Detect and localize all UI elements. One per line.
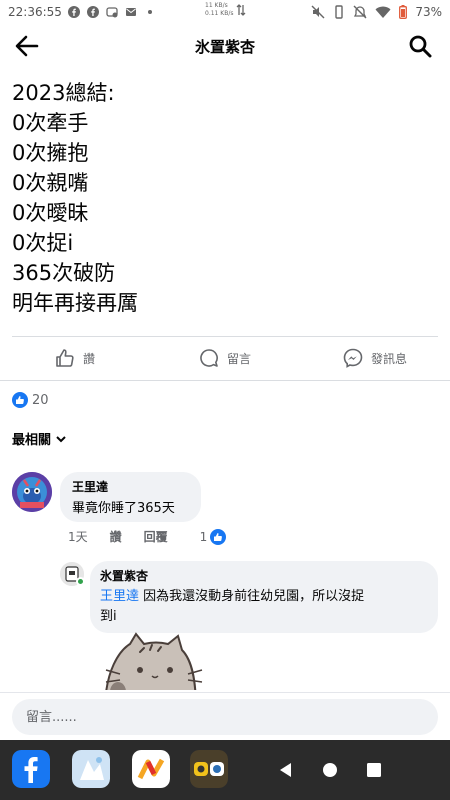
network-speed: 11 KB/s 0.11 KB/s bbox=[205, 2, 246, 18]
chevron-down-icon bbox=[56, 435, 66, 442]
reaction-count: 20 bbox=[32, 392, 49, 408]
sort-label: 最相關 bbox=[12, 433, 52, 448]
facebook-icon bbox=[87, 6, 100, 19]
reply-text: 王里達 因為我還沒動身前往幼兒園，所以沒捉 到i bbox=[100, 587, 428, 627]
post-line: 2023總結: bbox=[12, 81, 115, 105]
app-header: 氷置紫杏 bbox=[0, 24, 450, 68]
divider bbox=[12, 336, 438, 337]
like-button[interactable]: 讚 bbox=[0, 338, 150, 378]
app-icon[interactable] bbox=[132, 750, 170, 788]
system-nav-bar bbox=[0, 740, 450, 800]
dot-icon bbox=[144, 6, 157, 19]
messenger-icon bbox=[343, 348, 363, 368]
comment-icon bbox=[200, 349, 218, 367]
status-bar: 22:36:55 11 KB/s 0.11 KB/s 73% bbox=[0, 0, 450, 24]
pusheen-sticker[interactable] bbox=[100, 630, 210, 690]
mail-icon bbox=[125, 6, 138, 19]
message-label: 發訊息 bbox=[370, 351, 407, 366]
thumbs-up-icon bbox=[56, 349, 74, 367]
comment-reply-button[interactable]: 回覆 bbox=[144, 528, 168, 545]
comment-sort-dropdown[interactable]: 最相關 bbox=[12, 429, 67, 448]
comment-time: 1天 bbox=[68, 530, 88, 544]
home-circle-icon bbox=[323, 763, 337, 777]
comment-label: 留言 bbox=[226, 351, 251, 366]
messenger-icon bbox=[106, 6, 119, 19]
battery-level: 73% bbox=[415, 5, 442, 19]
back-button[interactable] bbox=[14, 34, 40, 58]
reply-text-line1: 因為我還沒動身前往幼兒園，所以沒捉 bbox=[143, 589, 365, 604]
reply-text-line2: 到i bbox=[100, 609, 117, 624]
post-line: 0次牽手 bbox=[12, 111, 89, 135]
reply-author[interactable]: 氷置紫杏 bbox=[100, 568, 428, 584]
battery-icon bbox=[399, 5, 408, 19]
comment-input[interactable] bbox=[12, 699, 438, 735]
speed-top: 11 KB/s bbox=[205, 2, 228, 9]
recents-nav-button[interactable] bbox=[364, 760, 384, 780]
post-line: 365次破防 bbox=[12, 261, 116, 285]
send-message-button[interactable]: 發訊息 bbox=[300, 338, 450, 378]
vibrate-icon bbox=[335, 5, 344, 19]
dnd-icon bbox=[353, 5, 367, 19]
post-line: 0次擁抱 bbox=[12, 141, 89, 165]
wifi-icon bbox=[375, 6, 391, 18]
app-folder-icon[interactable] bbox=[190, 750, 228, 788]
comment-like-button[interactable]: 讚 bbox=[110, 528, 122, 545]
page-title: 氷置紫杏 bbox=[194, 37, 255, 56]
like-label: 讚 bbox=[82, 351, 95, 366]
post-actions: 讚 留言 發訊息 bbox=[0, 338, 450, 378]
back-arrow-icon bbox=[15, 35, 39, 57]
like-reaction-icon bbox=[210, 528, 227, 545]
post-line: 0次捉i bbox=[12, 231, 74, 255]
comment-button[interactable]: 留言 bbox=[150, 338, 300, 378]
comment-author[interactable]: 王里達 bbox=[72, 479, 189, 495]
divider bbox=[0, 380, 450, 381]
comment-composer bbox=[0, 692, 450, 740]
facebook-app-icon[interactable] bbox=[12, 750, 50, 788]
speed-bottom: 0.11 KB/s bbox=[205, 10, 234, 17]
post-line: 0次親嘴 bbox=[12, 171, 89, 195]
like-reaction-icon bbox=[12, 392, 28, 408]
status-time: 22:36:55 bbox=[8, 5, 62, 19]
comment-text: 畢竟你睡了365天 bbox=[72, 501, 175, 516]
mention-link[interactable]: 王里達 bbox=[100, 589, 139, 604]
mute-icon bbox=[311, 5, 325, 19]
gallery-app-icon[interactable] bbox=[72, 750, 110, 788]
comment-bubble[interactable]: 王里達 畢竟你睡了365天 bbox=[60, 472, 201, 522]
data-transfer-icon bbox=[237, 4, 246, 16]
reply-bubble[interactable]: 氷置紫杏 王里達 因為我還沒動身前往幼兒園，所以沒捉 到i bbox=[90, 561, 438, 633]
online-status-icon bbox=[76, 577, 85, 586]
comment-meta: 1天 讚 回覆 1 bbox=[68, 528, 248, 545]
search-button[interactable] bbox=[408, 34, 432, 58]
reaction-summary[interactable]: 20 bbox=[12, 392, 49, 408]
search-icon bbox=[409, 35, 432, 58]
home-nav-button[interactable] bbox=[320, 760, 340, 780]
recents-square-icon bbox=[367, 763, 381, 777]
facebook-icon bbox=[68, 6, 81, 19]
back-nav-button[interactable] bbox=[276, 760, 296, 780]
avatar[interactable] bbox=[12, 472, 52, 512]
comment-reaction-count: 1 bbox=[199, 529, 208, 544]
comment-reactions[interactable]: 1 bbox=[199, 528, 249, 545]
post-body: 2023總結: 0次牽手 0次擁抱 0次親嘴 0次曖昧 0次捉i 365次破防 … bbox=[12, 78, 432, 318]
post-line: 0次曖昧 bbox=[12, 201, 89, 225]
post-line: 明年再接再厲 bbox=[12, 291, 138, 315]
back-triangle-icon bbox=[280, 763, 291, 777]
